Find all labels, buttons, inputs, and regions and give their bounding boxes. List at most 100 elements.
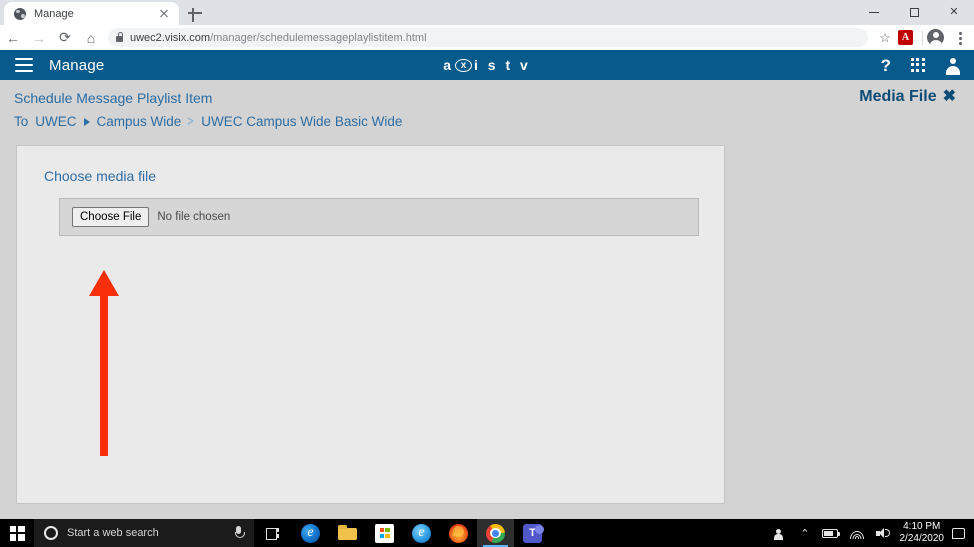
back-button[interactable]: ← (0, 25, 26, 50)
taskbar-app-internet-explorer[interactable]: e (403, 519, 440, 547)
breadcrumb-item-uwec[interactable]: UWEC (35, 114, 76, 129)
taskbar-app-microsoft-edge[interactable]: e (292, 519, 329, 547)
adobe-pdf-extension-icon[interactable]: A (898, 30, 913, 45)
window-controls: ✕ (854, 0, 974, 25)
account-icon (945, 57, 960, 75)
lock-icon (116, 31, 124, 42)
taskbar-app-mozilla-firefox[interactable] (440, 519, 477, 547)
window-minimize-button[interactable] (854, 0, 894, 25)
clock-time: 4:10 PM (903, 521, 941, 532)
browser-tab-strip: Manage ✕ (0, 0, 974, 25)
file-upload-field[interactable]: Choose File No file chosen (59, 198, 699, 236)
task-view-icon (266, 527, 280, 540)
microsoft-teams-icon: T (523, 523, 544, 543)
taskbar-app-microsoft-teams[interactable]: T (514, 519, 551, 547)
battery-button[interactable] (816, 519, 844, 547)
browser-tab-manage[interactable]: Manage (4, 2, 179, 25)
help-button[interactable]: ? (881, 57, 891, 74)
question-mark-icon: ? (880, 55, 891, 75)
battery-icon (821, 528, 840, 538)
breadcrumb: To UWEC Campus Wide UWEC Campus Wide Bas… (14, 106, 960, 129)
google-chrome-icon (486, 523, 505, 543)
taskbar-search-placeholder: Start a web search (67, 527, 159, 539)
logo-text-istv: i s t v (474, 57, 531, 73)
mozilla-firefox-icon (449, 523, 468, 543)
forward-button[interactable]: → (26, 25, 52, 50)
extension-letter: A (901, 31, 910, 43)
address-bar[interactable]: uwec2.visix.com/manager/schedulemessagep… (108, 28, 868, 47)
arrow-right-icon: → (32, 29, 46, 46)
logo-text-a: a (443, 57, 454, 73)
volume-icon (875, 527, 890, 539)
network-button[interactable] (844, 519, 870, 547)
people-share-button[interactable] (769, 519, 794, 547)
axis-tv-logo: a x i s t v (427, 57, 547, 73)
account-button[interactable] (945, 57, 960, 75)
triangle-right-solid-icon (83, 117, 90, 126)
screenshot-root: Manage ✕ ← → ⟳ ⌂ uwec2.visix.com/manager… (0, 0, 974, 547)
system-tray: ⌃ 4:10 PM 2/24/2020 (769, 519, 974, 547)
task-view-button[interactable] (254, 519, 292, 547)
clock-date: 2/24/2020 (899, 533, 945, 544)
tray-overflow-button[interactable]: ⌃ (794, 519, 815, 547)
page-title: Schedule Message Playlist Item (14, 90, 213, 106)
internet-explorer-icon: e (412, 523, 431, 543)
wifi-icon (849, 528, 864, 539)
url-host: uwec2.visix.com (130, 31, 211, 44)
triangle-right-outline-icon (188, 117, 195, 126)
choose-media-file-label: Choose media file (44, 168, 157, 184)
browser-toolbar: ← → ⟳ ⌂ uwec2.visix.com/manager/schedule… (0, 25, 974, 50)
taskbar-app-microsoft-store[interactable] (366, 519, 403, 547)
cortana-circle-icon (44, 526, 58, 540)
taskbar-app-google-chrome[interactable] (477, 519, 514, 547)
browser-tab-title: Manage (34, 7, 74, 20)
microsoft-store-icon (375, 523, 394, 543)
choose-file-button[interactable]: Choose File (72, 206, 150, 228)
media-file-label: Media File (859, 88, 937, 105)
apps-grid-button[interactable] (911, 58, 925, 72)
microsoft-edge-icon: e (301, 523, 320, 543)
page-header: Schedule Message Playlist Item To UWEC C… (0, 80, 974, 129)
breadcrumb-item-uwec-campus-wide-basic-wide[interactable]: UWEC Campus Wide Basic Wide (201, 114, 402, 129)
kebab-menu-icon[interactable] (949, 27, 971, 49)
bookmark-star-icon[interactable]: ☆ (874, 30, 896, 46)
window-close-button[interactable]: ✕ (934, 0, 974, 25)
breadcrumb-item-campus-wide[interactable]: Campus Wide (97, 114, 182, 129)
people-share-icon (774, 527, 788, 540)
microphone-icon[interactable] (234, 526, 245, 540)
volume-button[interactable] (870, 519, 896, 547)
taskbar-clock[interactable]: 4:10 PM 2/24/2020 (896, 521, 953, 545)
breadcrumb-prefix: To (14, 114, 29, 129)
app-title: Manage (49, 56, 105, 74)
windows-start-icon (9, 525, 25, 541)
new-tab-button[interactable] (186, 4, 204, 22)
address-bar-text: uwec2.visix.com/manager/schedulemessagep… (130, 32, 427, 44)
home-button[interactable]: ⌂ (78, 25, 104, 50)
toolbar-divider (922, 30, 923, 45)
reload-icon: ⟳ (59, 29, 71, 45)
profile-icon[interactable] (927, 29, 944, 46)
hamburger-menu-icon[interactable] (15, 58, 33, 72)
app-grid-icon (911, 58, 925, 72)
chevron-up-icon: ⌃ (800, 527, 810, 540)
maximize-icon (909, 8, 919, 17)
close-icon[interactable]: ✖ (943, 89, 956, 105)
notification-icon[interactable] (952, 527, 965, 539)
file-status-text: No file chosen (157, 211, 231, 223)
window-maximize-button[interactable] (894, 0, 934, 25)
reload-button[interactable]: ⟳ (52, 25, 78, 50)
start-button[interactable] (0, 519, 34, 547)
taskbar-search-input[interactable]: Start a web search (34, 519, 254, 547)
content-panel: Choose media file Choose File No file ch… (16, 145, 725, 504)
logo-circled-x: x (455, 58, 472, 72)
minimize-icon (869, 12, 879, 13)
page-viewport: Manage a x i s t v ? Schedule Message Pl… (0, 50, 974, 519)
file-explorer-icon (338, 524, 357, 543)
url-path: /manager/schedulemessageplaylistitem.htm… (210, 31, 427, 44)
taskbar-app-file-explorer[interactable] (329, 519, 366, 547)
app-header-actions: ? (861, 57, 960, 75)
arrow-left-icon: ← (6, 29, 20, 46)
media-file-tag[interactable]: Media File ✖ (859, 88, 956, 106)
close-icon[interactable] (156, 6, 172, 22)
app-header-bar: Manage a x i s t v ? (0, 50, 974, 80)
